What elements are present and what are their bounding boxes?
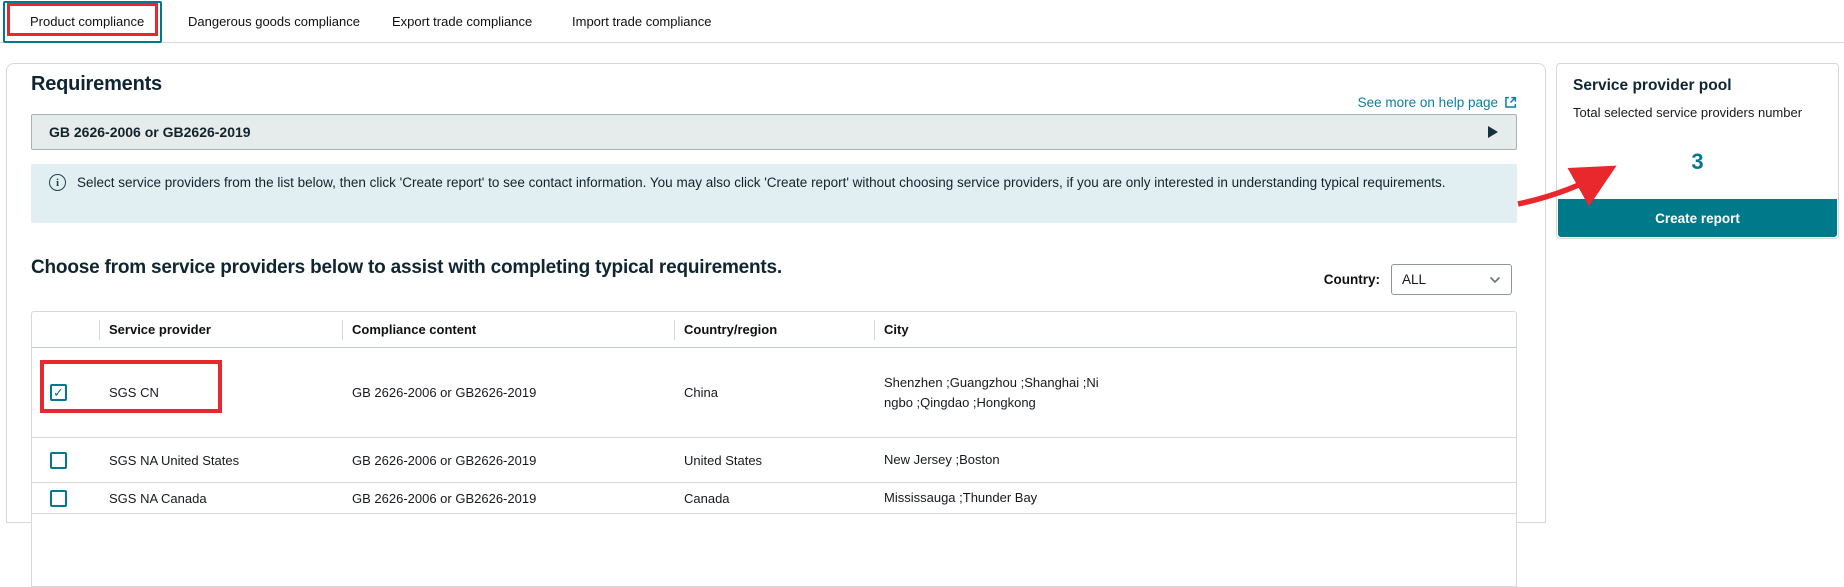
tab-product-compliance[interactable]: Product compliance xyxy=(30,0,144,43)
tab-import-trade-compliance[interactable]: Import trade compliance xyxy=(572,0,711,43)
header-service-provider: Service provider xyxy=(99,312,342,347)
requirement-expander[interactable]: GB 2626-2006 or GB2626-2019 xyxy=(31,114,1517,150)
cell-city: New Jersey ;Boston xyxy=(884,450,1099,470)
country-select[interactable]: ALL xyxy=(1391,264,1512,295)
table-row: ✓ SGS NA Canada GB 2626-2006 or GB2626-2… xyxy=(32,483,1516,514)
requirement-expander-label: GB 2626-2006 or GB2626-2019 xyxy=(49,124,251,140)
check-icon: ✓ xyxy=(53,386,64,399)
header-compliance-content: Compliance content xyxy=(342,312,674,347)
header-checkbox-column xyxy=(32,312,99,347)
cell-country: United States xyxy=(674,438,874,482)
table-row: ✓ SGS NA United States GB 2626-2006 or G… xyxy=(32,438,1516,483)
compliance-tab-bar: Product compliance Dangerous goods compl… xyxy=(0,0,1844,43)
country-filter: Country: ALL xyxy=(1324,264,1512,295)
help-link-label: See more on help page xyxy=(1358,95,1498,110)
expand-triangle-icon xyxy=(1488,126,1498,138)
cell-provider: SGS NA United States xyxy=(99,438,342,482)
requirements-card: Requirements See more on help page GB 26… xyxy=(6,63,1546,523)
cell-content: GB 2626-2006 or GB2626-2019 xyxy=(342,438,674,482)
cell-city: Mississauga ;Thunder Bay xyxy=(884,488,1099,508)
cell-content: GB 2626-2006 or GB2626-2019 xyxy=(342,348,674,437)
tab-label: Export trade compliance xyxy=(392,14,532,29)
row-checkbox-checked[interactable]: ✓ xyxy=(50,384,67,401)
tab-label: Product compliance xyxy=(30,14,144,29)
header-country-region: Country/region xyxy=(674,312,874,347)
table-header-row: Service provider Compliance content Coun… xyxy=(32,312,1516,348)
cell-provider: SGS CN xyxy=(99,348,342,437)
header-city: City xyxy=(874,312,1516,347)
pool-subtitle: Total selected service providers number xyxy=(1573,105,1802,120)
selected-count: 3 xyxy=(1557,149,1838,175)
country-filter-label: Country: xyxy=(1324,272,1380,287)
create-report-label: Create report xyxy=(1655,211,1740,226)
row-checkbox[interactable]: ✓ xyxy=(50,490,67,507)
tab-export-trade-compliance[interactable]: Export trade compliance xyxy=(392,0,532,43)
create-report-button[interactable]: Create report xyxy=(1558,199,1837,237)
pool-title: Service provider pool xyxy=(1573,77,1732,95)
row-checkbox[interactable]: ✓ xyxy=(50,452,67,469)
table-row: ✓ SGS CN GB 2626-2006 or GB2626-2019 Chi… xyxy=(32,348,1516,438)
page-title: Requirements xyxy=(31,73,162,96)
help-page-link[interactable]: See more on help page xyxy=(1358,95,1517,110)
cell-city: Shenzhen ;Guangzhou ;Shanghai ;Ningbo ;Q… xyxy=(884,373,1099,413)
info-banner-text: Select service providers from the list b… xyxy=(77,173,1455,193)
cell-provider: SGS NA Canada xyxy=(99,483,342,513)
tab-label: Dangerous goods compliance xyxy=(188,14,360,29)
info-icon: i xyxy=(49,174,66,191)
external-link-icon xyxy=(1504,96,1517,109)
cell-country: Canada xyxy=(674,483,874,513)
section-heading: Choose from service providers below to a… xyxy=(31,257,782,279)
cell-country: China xyxy=(674,348,874,437)
tab-dangerous-goods-compliance[interactable]: Dangerous goods compliance xyxy=(188,0,360,43)
cell-content: GB 2626-2006 or GB2626-2019 xyxy=(342,483,674,513)
service-provider-table: Service provider Compliance content Coun… xyxy=(31,311,1517,587)
tab-label: Import trade compliance xyxy=(572,14,711,29)
chevron-down-icon xyxy=(1489,276,1501,284)
country-select-value: ALL xyxy=(1402,272,1426,287)
info-banner: i Select service providers from the list… xyxy=(31,164,1517,223)
service-provider-pool-panel: Service provider pool Total selected ser… xyxy=(1556,63,1839,239)
